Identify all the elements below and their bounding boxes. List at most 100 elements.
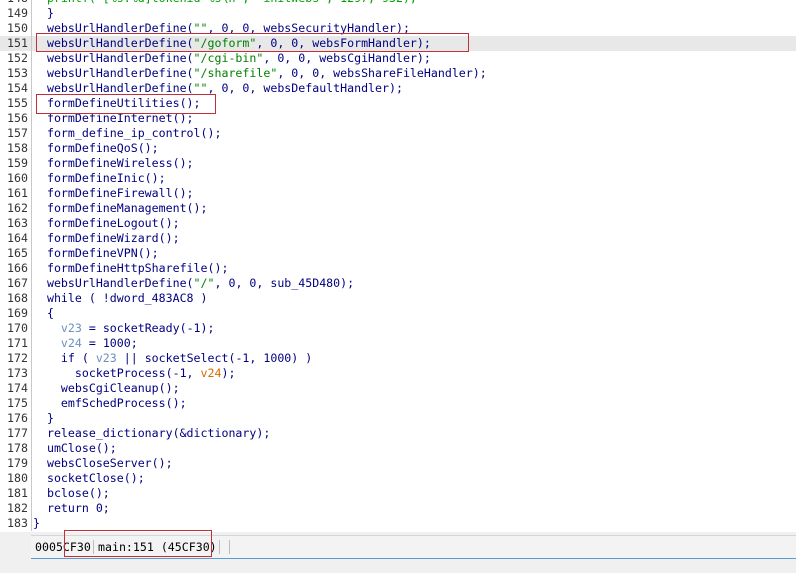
code-line[interactable]: 152 websUrlHandlerDefine("/cgi-bin", 0, … (0, 51, 796, 66)
code-line[interactable]: 161 formDefineFirewall(); (0, 186, 796, 201)
line-number: 176 (7, 411, 28, 425)
code-line[interactable]: 175 emfSchedProcess(); (0, 396, 796, 411)
code-text[interactable]: v23 = socketReady(-1); (33, 321, 215, 336)
code-line[interactable]: 153 websUrlHandlerDefine("/sharefile", 0… (0, 66, 796, 81)
code-text[interactable]: socketProcess(-1, v24); (33, 366, 236, 381)
code-line[interactable]: 178 umClose(); (0, 441, 796, 456)
code-token: , 0, 0, websFormHandler); (256, 36, 431, 50)
gutter-divider (31, 321, 32, 336)
code-token: formDefineWizard(); (33, 231, 180, 245)
code-text[interactable]: v24 = 1000; (33, 336, 138, 351)
line-number: 159 (7, 156, 28, 170)
gutter-divider (31, 96, 32, 111)
code-line[interactable]: 174 websCgiCleanup(); (0, 381, 796, 396)
status-separator (93, 540, 94, 554)
code-text[interactable]: formDefineVPN(); (33, 246, 159, 261)
code-line[interactable]: 182 return 0; (0, 501, 796, 516)
code-text[interactable]: release_dictionary(&dictionary); (33, 426, 270, 441)
code-line[interactable]: 167 websUrlHandlerDefine("/", 0, 0, sub_… (0, 276, 796, 291)
code-text[interactable]: websUrlHandlerDefine("", 0, 0, websSecur… (33, 21, 410, 36)
code-text[interactable]: formDefineInic(); (33, 171, 166, 186)
code-text[interactable]: form_define_ip_control(); (33, 126, 222, 141)
code-token: "" (193, 81, 208, 95)
code-text[interactable]: websUrlHandlerDefine("/cgi-bin", 0, 0, w… (33, 51, 431, 66)
code-line[interactable]: 171 v24 = 1000; (0, 336, 796, 351)
code-text[interactable]: umClose(); (33, 441, 117, 456)
code-line[interactable]: 156 formDefineInternet(); (0, 111, 796, 126)
code-line[interactable]: 168 while ( !dword_483AC8 ) (0, 291, 796, 306)
line-number: 158 (7, 141, 28, 155)
code-line[interactable]: 150 websUrlHandlerDefine("", 0, 0, websS… (0, 21, 796, 36)
code-line[interactable]: 163 formDefineLogout(); (0, 216, 796, 231)
code-text[interactable]: websUrlHandlerDefine("/sharefile", 0, 0,… (33, 66, 487, 81)
code-line[interactable]: 173 socketProcess(-1, v24); (0, 366, 796, 381)
code-text[interactable]: websCloseServer(); (33, 456, 173, 471)
code-text[interactable]: if ( v23 || socketSelect(-1, 1000) ) (33, 351, 312, 366)
code-token: formDefineHttpSharefile(); (33, 261, 229, 275)
gutter-divider (31, 426, 32, 441)
gutter-divider (31, 336, 32, 351)
code-token: = socketReady(-1); (81, 321, 215, 335)
gutter-divider (31, 66, 32, 81)
code-text[interactable]: formDefineInternet(); (33, 111, 194, 126)
code-line[interactable]: 162 formDefineManagement(); (0, 201, 796, 216)
code-token: { (33, 306, 54, 320)
code-text[interactable]: } (33, 411, 54, 426)
code-line[interactable]: 172 if ( v23 || socketSelect(-1, 1000) ) (0, 351, 796, 366)
line-number: 183 (7, 516, 28, 530)
line-number: 163 (7, 216, 28, 230)
code-text[interactable]: websUrlHandlerDefine("/", 0, 0, sub_45D4… (33, 276, 354, 291)
code-line[interactable]: 157 form_define_ip_control(); (0, 126, 796, 141)
code-token: websCloseServer(); (33, 456, 173, 470)
code-line[interactable]: 159 formDefineWireless(); (0, 156, 796, 171)
code-text[interactable]: formDefineHttpSharefile(); (33, 261, 229, 276)
code-line[interactable]: 183} (0, 516, 796, 531)
code-line[interactable]: 158 formDefineQoS(); (0, 141, 796, 156)
code-text[interactable]: socketClose(); (33, 471, 145, 486)
code-line[interactable]: 181 bclose(); (0, 486, 796, 501)
line-number: 152 (7, 51, 28, 65)
code-line[interactable]: 166 formDefineHttpSharefile(); (0, 261, 796, 276)
code-text[interactable]: websUrlHandlerDefine("", 0, 0, websDefau… (33, 81, 403, 96)
code-text[interactable]: websCgiCleanup(); (33, 381, 180, 396)
code-line[interactable]: 149 } (0, 6, 796, 21)
code-line[interactable]: 165 formDefineVPN(); (0, 246, 796, 261)
code-line[interactable]: 179 websCloseServer(); (0, 456, 796, 471)
line-number: 150 (7, 21, 28, 35)
code-line[interactable]: 180 socketClose(); (0, 471, 796, 486)
code-line[interactable]: 176 } (0, 411, 796, 426)
code-token: } (33, 6, 54, 20)
code-text[interactable]: formDefineManagement(); (33, 201, 208, 216)
code-line[interactable]: 169 { (0, 306, 796, 321)
code-text[interactable]: return 0; (33, 501, 110, 516)
code-text[interactable]: formDefineLogout(); (33, 216, 180, 231)
line-number: 180 (7, 471, 28, 485)
gutter-divider (31, 141, 32, 156)
code-token: socketProcess(-1, (33, 366, 201, 380)
line-number: 173 (7, 366, 28, 380)
code-text[interactable]: formDefineWizard(); (33, 231, 180, 246)
code-text[interactable]: bclose(); (33, 486, 110, 501)
code-token: emfSchedProcess(); (33, 396, 187, 410)
code-text[interactable]: websUrlHandlerDefine("/goform", 0, 0, we… (33, 36, 431, 51)
code-token: websUrlHandlerDefine( (33, 51, 194, 65)
code-line[interactable]: 155 formDefineUtilities(); (0, 96, 796, 111)
code-text[interactable]: emfSchedProcess(); (33, 396, 187, 411)
code-text[interactable]: formDefineFirewall(); (33, 186, 194, 201)
code-text[interactable]: formDefineQoS(); (33, 141, 159, 156)
code-line[interactable]: 164 formDefineWizard(); (0, 231, 796, 246)
gutter-divider (31, 156, 32, 171)
code-line[interactable]: 160 formDefineInic(); (0, 171, 796, 186)
code-text[interactable]: } (33, 516, 40, 531)
code-line[interactable]: 151 websUrlHandlerDefine("/goform", 0, 0… (0, 36, 796, 51)
code-line[interactable]: 170 v23 = socketReady(-1); (0, 321, 796, 336)
gutter-divider (31, 501, 32, 516)
code-text[interactable]: { (33, 306, 54, 321)
pseudocode-view[interactable]: 148 printf("[%s:%d]tokenid %s\n", "initW… (0, 0, 796, 531)
code-text[interactable]: } (33, 6, 54, 21)
code-line[interactable]: 154 websUrlHandlerDefine("", 0, 0, websD… (0, 81, 796, 96)
code-text[interactable]: formDefineWireless(); (33, 156, 194, 171)
code-line[interactable]: 177 release_dictionary(&dictionary); (0, 426, 796, 441)
code-text[interactable]: while ( !dword_483AC8 ) (33, 291, 208, 306)
code-text[interactable]: formDefineUtilities(); (33, 96, 201, 111)
